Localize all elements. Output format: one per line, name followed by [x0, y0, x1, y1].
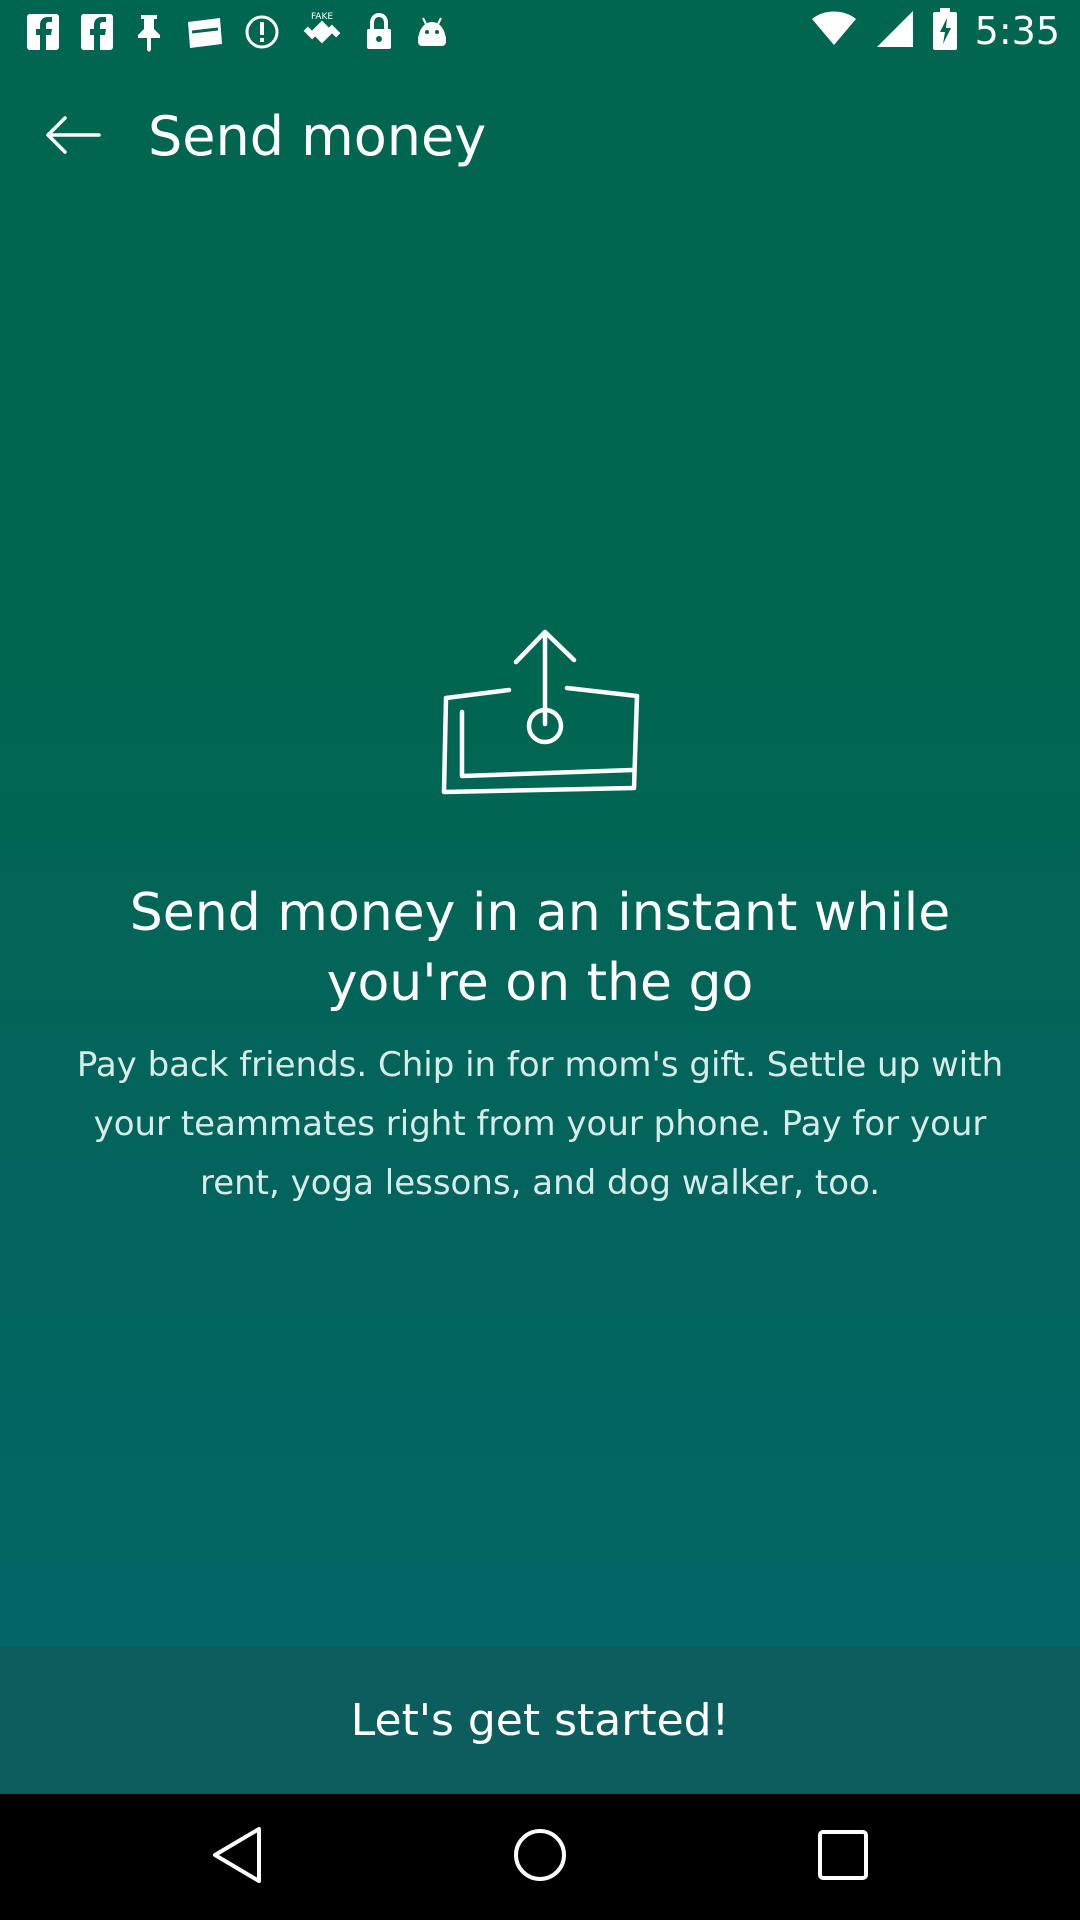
app-screen: FAKE 5:35 Send money Send money in an in…	[0, 0, 1080, 1794]
lock-icon	[364, 12, 394, 52]
arrow-left-icon	[45, 115, 101, 160]
facebook-icon	[80, 12, 114, 52]
back-button[interactable]	[30, 101, 116, 173]
inbox-icon	[184, 14, 224, 50]
pin-icon	[134, 12, 164, 52]
fake-gps-icon: FAKE	[300, 10, 344, 54]
nav-home-button[interactable]	[507, 1824, 573, 1890]
home-circle-icon	[512, 1827, 568, 1888]
battery-icon	[932, 7, 957, 55]
get-started-button[interactable]: Let's get started!	[0, 1647, 1080, 1794]
send-money-icon	[432, 618, 648, 808]
app-bar: Send money	[0, 63, 1080, 210]
alert-circle-icon	[244, 14, 280, 50]
page-title: Send money	[148, 105, 487, 168]
nav-back-button[interactable]	[204, 1824, 270, 1890]
headline: Send money in an instant while you're on…	[129, 883, 951, 1013]
description: Pay back friends. Chip in for mom's gift…	[76, 1045, 1004, 1203]
wifi-icon	[811, 11, 857, 52]
back-triangle-icon	[209, 1825, 265, 1890]
notification-icons: FAKE	[26, 10, 450, 54]
status-clock: 5:35	[974, 9, 1060, 53]
recents-square-icon	[817, 1829, 869, 1886]
android-icon	[414, 14, 450, 50]
status-bar: FAKE 5:35	[0, 0, 1080, 63]
facebook-icon	[26, 12, 60, 52]
system-status: 5:35	[811, 7, 1060, 55]
signal-icon	[875, 9, 915, 54]
svg-text:FAKE: FAKE	[311, 12, 333, 22]
nav-recents-button[interactable]	[810, 1824, 876, 1890]
system-nav-bar	[0, 1794, 1080, 1920]
